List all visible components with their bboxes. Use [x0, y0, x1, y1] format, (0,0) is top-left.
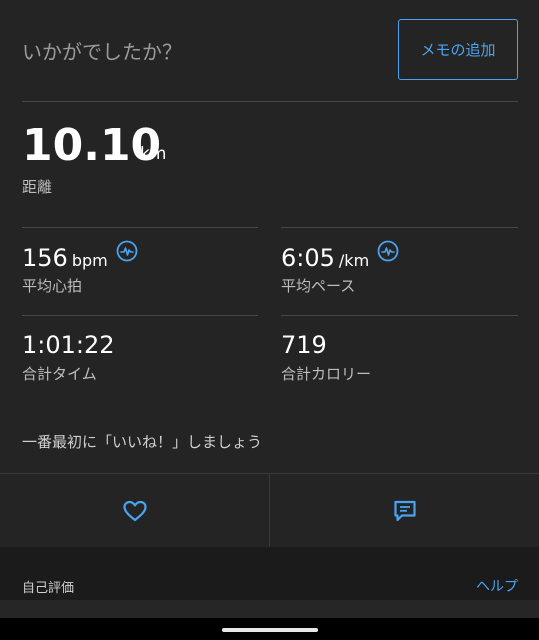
help-link[interactable]: ヘルプ — [476, 576, 518, 596]
like-prompt: 一番最初に「いいね！」しましょう — [22, 433, 263, 451]
comment-icon — [393, 500, 416, 521]
add-memo-button[interactable]: メモの追加 — [398, 19, 518, 80]
like-button[interactable] — [0, 474, 269, 547]
content-strip — [0, 600, 539, 618]
divider — [22, 101, 518, 102]
avg-pace-unit: /km — [338, 251, 370, 270]
avg-pace-value: 6:05 — [281, 244, 335, 272]
heart-rate-icon[interactable] — [377, 240, 399, 262]
home-gesture-handle[interactable] — [222, 628, 318, 632]
heart-icon — [122, 500, 147, 521]
avg-heart-rate-unit: bpm — [71, 251, 108, 270]
avg-pace-label: 平均ペース — [281, 277, 356, 295]
divider — [281, 315, 518, 316]
distance-unit: km — [140, 144, 167, 164]
divider — [281, 227, 518, 228]
avg-pace: 6:05/km — [281, 244, 369, 272]
activity-summary-card — [0, 0, 539, 547]
heart-rate-icon[interactable] — [116, 240, 138, 262]
total-calories-label: 合計カロリー — [281, 365, 372, 383]
self-evaluation-title: 自己評価 — [22, 581, 75, 596]
distance-label: 距離 — [22, 178, 53, 196]
feedback-prompt: いかがでしたか？ — [22, 40, 182, 64]
avg-heart-rate-value: 156 — [22, 244, 68, 272]
comment-button[interactable] — [270, 474, 539, 547]
divider — [22, 227, 258, 228]
total-calories-value: 719 — [281, 331, 327, 359]
avg-heart-rate-label: 平均心拍 — [22, 277, 83, 295]
total-time-label: 合計タイム — [22, 365, 97, 383]
avg-heart-rate: 156 bpm — [22, 244, 108, 272]
divider — [22, 315, 258, 316]
total-time-value: 1:01:22 — [22, 331, 115, 359]
